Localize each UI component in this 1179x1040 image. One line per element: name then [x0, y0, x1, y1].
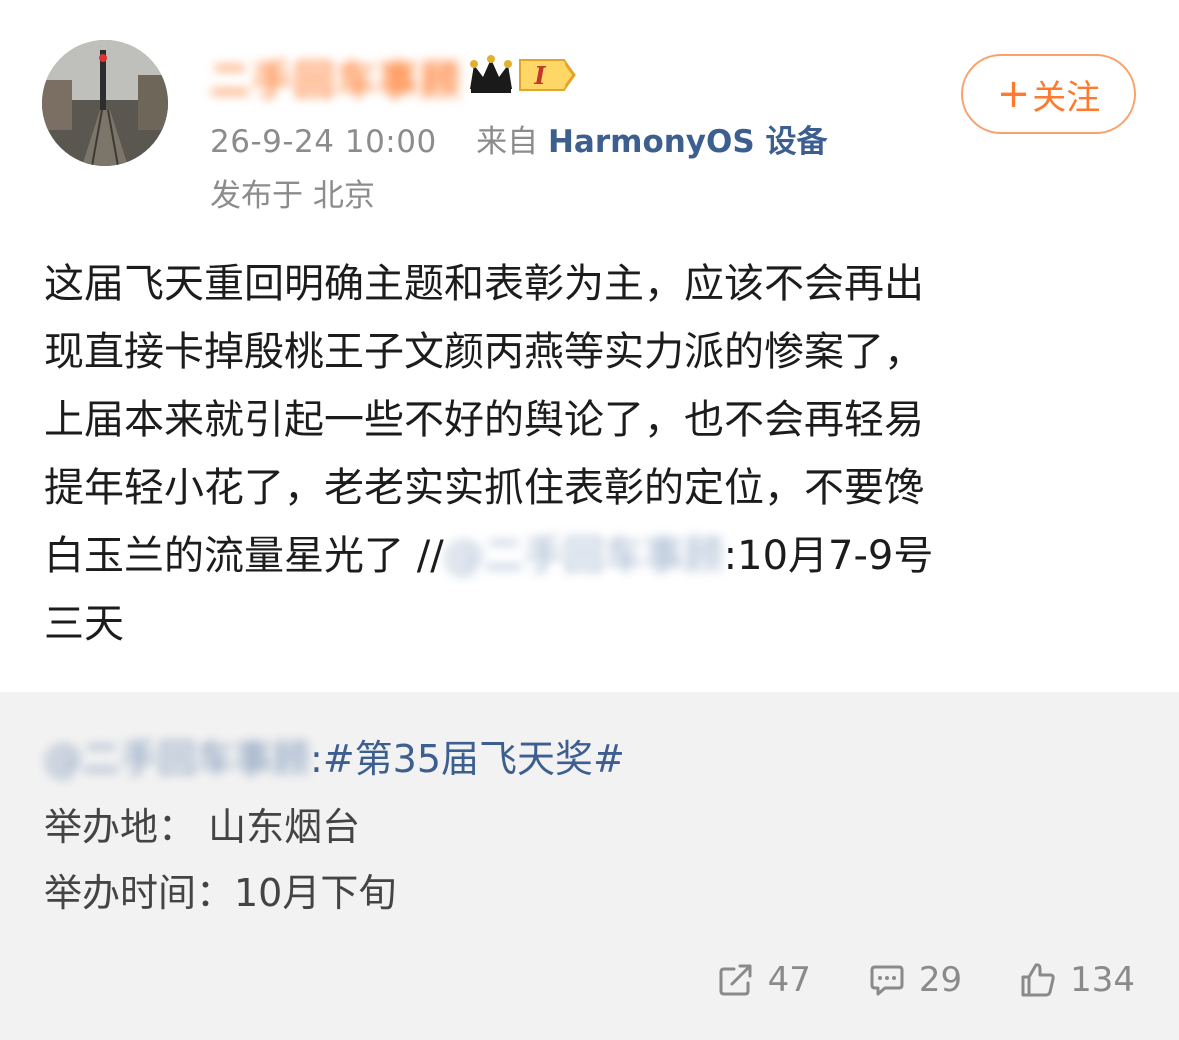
follow-button-label: 关注 [1032, 77, 1101, 118]
level-badge-text: I [533, 61, 546, 90]
quoted-header: @二手回车事顾:#第35届飞天奖# [44, 728, 625, 783]
comment-button[interactable]: 29 [869, 960, 962, 1000]
post-meta: 26-9-24 10:00 来自 HarmonyOS 设备 [210, 116, 827, 161]
post-header: 二手回车事顾 I 26-9-24 10:00 来自 HarmonyOS 设备 发… [0, 0, 1179, 230]
avatar-photo [42, 40, 168, 166]
avatar[interactable] [42, 40, 168, 166]
post-line: 三天 [44, 601, 124, 647]
repost-suffix: :10月7-9号 [723, 533, 934, 579]
repost-mention-link[interactable]: @二手回车事顾 [444, 533, 724, 579]
like-button[interactable]: 134 [1020, 960, 1135, 1000]
level-badge-icon[interactable]: I [516, 56, 578, 98]
post-text: 这届飞天重回明确主题和表彰为主，应该不会再出 现直接卡掉殷桃王子文颜丙燕等实力派… [44, 250, 1144, 658]
comment-icon [870, 965, 904, 996]
follow-button[interactable]: + 关注 [961, 54, 1136, 134]
post-line: 现直接卡掉殷桃王子文颜丙燕等实力派的惨案了， [44, 329, 924, 375]
repost-prefix: 白玉兰的流量星光了 // [44, 533, 444, 579]
post-line: 上届本来就引起一些不好的舆论了，也不会再轻易 [44, 397, 924, 443]
post-line: 白玉兰的流量星光了 //@二手回车事顾:10月7-9号 [44, 522, 1144, 590]
source-prefix: 来自 [476, 124, 539, 160]
plus-icon: + [996, 71, 1031, 117]
quoted-author-mention[interactable]: @二手回车事顾 [44, 737, 310, 781]
post-timestamp: 26-9-24 10:00 [210, 124, 437, 160]
quoted-time: 举办时间：10月下旬 [44, 871, 397, 915]
quoted-post[interactable]: @二手回车事顾:#第35届飞天奖# 举办地： 山东烟台 举办时间：10月下旬 4… [0, 692, 1179, 1040]
share-icon [719, 964, 752, 996]
author-name[interactable]: 二手回车事顾 I [210, 54, 578, 104]
quoted-hashtag[interactable]: :#第35届飞天奖# [310, 737, 625, 781]
post-location: 发布于 北京 [210, 178, 375, 214]
post-line: 这届飞天重回明确主题和表彰为主，应该不会再出 [44, 261, 924, 307]
quoted-venue: 举办地： 山东烟台 [44, 805, 361, 849]
crown-icon [466, 55, 516, 99]
engagement-bar: 47 29 134 [660, 960, 1135, 1000]
repost-count: 47 [767, 960, 811, 1000]
source-device-link[interactable]: HarmonyOS 设备 [548, 124, 828, 160]
repost-button[interactable]: 47 [718, 960, 811, 1000]
comment-count: 29 [918, 960, 963, 1000]
like-icon [1021, 963, 1055, 997]
like-count: 134 [1070, 960, 1135, 1000]
post-line: 提年轻小花了，老老实实抓住表彰的定位，不要馋 [44, 465, 924, 511]
author-name-text[interactable]: 二手回车事顾 [210, 48, 462, 106]
